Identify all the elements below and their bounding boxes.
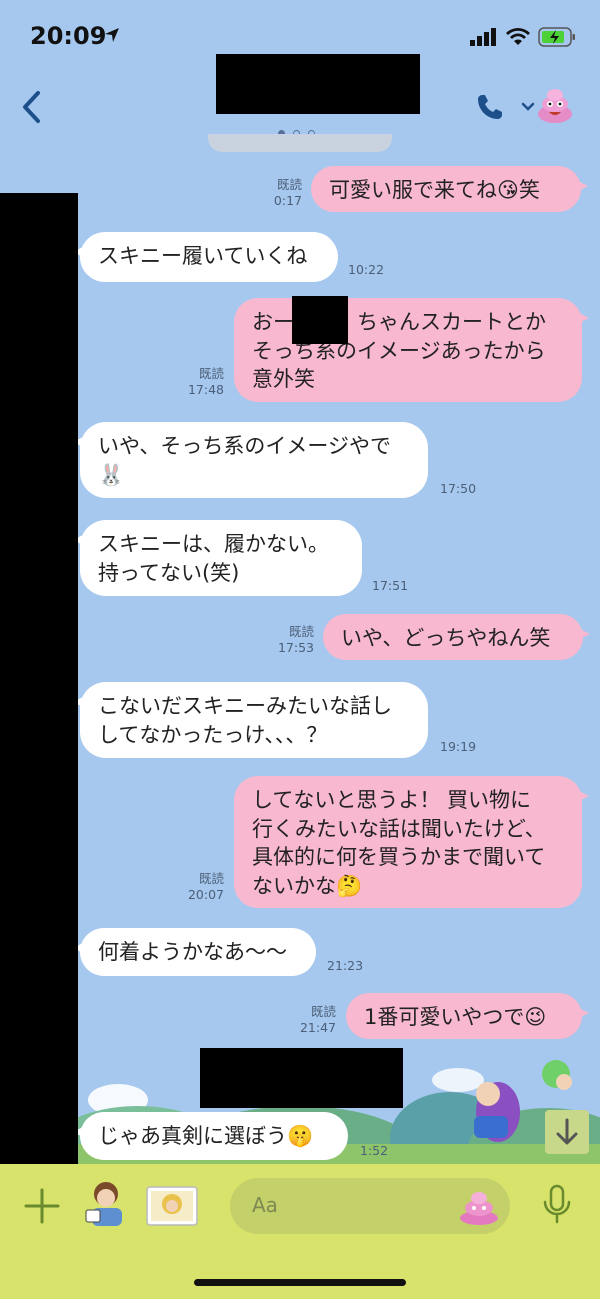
message-read-status: 既読 17:48 [187,366,224,397]
message-bubble-incoming[interactable]: スキニーは、履かない。 持ってない(笑) [73,520,362,596]
redacted-left-panel [0,193,78,1164]
redacted-chat-title [216,54,420,114]
message-bubble-incoming[interactable]: じゃあ真剣に選ぼう🤫 [73,1112,348,1160]
battery-charging-icon [538,27,575,47]
location-arrow-icon [105,28,119,42]
emoji-icon[interactable] [458,1186,500,1226]
message-bubble-incoming[interactable]: スキニー履いていくね [73,232,338,282]
home-indicator [194,1279,406,1286]
message-bubble-outgoing[interactable]: してないと思うよ！ 買い物に 行くみたいな話は聞いたけど、 具体的に何を買うかま… [234,776,589,908]
back-chevron-icon[interactable] [20,90,42,124]
message-read-status: 既読 20:07 [187,871,224,902]
scroll-to-bottom-button[interactable] [545,1110,589,1154]
message-bubble-outgoing[interactable]: 1番可愛いやつで😉 [346,993,589,1039]
wifi-icon [506,28,530,45]
message-bubble-incoming[interactable]: いや、そっち系のイメージやで 🐰 [73,422,428,498]
message-time: 21:23 [327,958,364,973]
message-bubble-outgoing[interactable]: おー ちゃんスカートとか そっち系のイメージあったから 意外笑 [234,298,589,402]
mic-icon[interactable] [541,1184,573,1226]
message-read-status: 既読 0:17 [273,177,302,208]
plus-icon[interactable] [22,1186,62,1226]
message-bubble-outgoing[interactable]: いや、どっちやねん笑 [323,614,590,660]
cellular-signal-icon [470,28,496,46]
date-separator-tab [208,134,392,152]
arrow-down-icon [556,1118,578,1145]
message-time: 1:52 [360,1143,389,1158]
phone-icon[interactable] [476,93,504,121]
message-read-status: 既読 21:47 [299,1004,336,1035]
redacted-name [292,296,348,344]
message-input[interactable]: Aa [230,1178,510,1234]
message-input-placeholder: Aa [252,1193,278,1217]
status-time: 20:09 [30,22,107,50]
message-read-status: 既読 17:53 [277,624,314,655]
message-time: 10:22 [348,262,385,277]
message-bubble-incoming[interactable]: 何着ようかなあ〜〜 [73,928,316,976]
photo-sticker-icon[interactable] [146,1186,198,1226]
chat-header [0,54,600,140]
message-bubble-outgoing[interactable]: 可愛い服で来てね😘笑 [311,166,588,212]
message-time: 19:19 [440,739,477,754]
redacted-area [200,1048,403,1108]
mascot-sticker-icon[interactable] [536,84,574,124]
message-bubble-incoming[interactable]: こないだスキニーみたいな話し してなかったっけ、、、？ [73,682,428,758]
message-time: 17:51 [372,578,409,593]
chevron-down-icon[interactable] [521,102,535,112]
message-time: 17:50 [440,481,477,496]
character-sticker-icon[interactable] [84,1180,130,1228]
